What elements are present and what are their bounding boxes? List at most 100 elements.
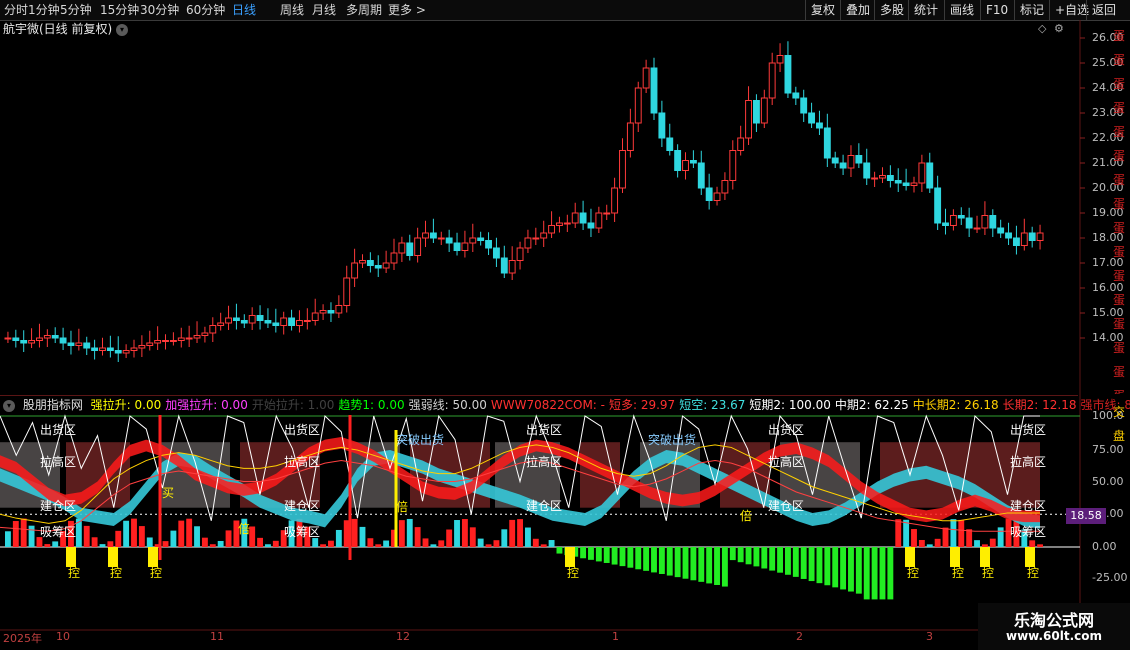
- histogram-bar: [257, 537, 263, 547]
- candle-body: [548, 225, 556, 234]
- candle-body: [1028, 232, 1036, 241]
- candle-body: [335, 305, 343, 314]
- kline-chart[interactable]: 控 控 控 控 控 控 控 控 出货区 出货区 出货区 出货区 出货区拉高区 拉高区 拉高区 拉高区 拉高区建仓…: [0, 0, 1130, 650]
- candle-body: [162, 340, 169, 342]
- candle-body: [532, 237, 540, 240]
- date-tick: 2025年: [3, 632, 42, 645]
- candle-body: [240, 320, 248, 324]
- candle-body: [296, 320, 303, 326]
- candle-body: [12, 337, 20, 341]
- start-marker-label: 控: [1027, 566, 1039, 580]
- candle-body: [831, 157, 839, 164]
- histogram-bar: [792, 547, 799, 577]
- date-tick: 1: [612, 630, 619, 643]
- histogram-bar: [469, 527, 476, 547]
- signal-buy: 买: [162, 486, 174, 500]
- histogram-bar: [265, 544, 271, 547]
- histogram-bar: [83, 525, 90, 547]
- histogram-bar: [863, 547, 870, 600]
- candle-body: [28, 340, 36, 344]
- candle-body: [934, 187, 942, 224]
- candle-body: [603, 212, 611, 215]
- candle-body: [611, 187, 619, 214]
- signal-breakout: 突破出货: [648, 432, 696, 447]
- candle-body: [910, 182, 918, 186]
- histogram-bar: [706, 547, 713, 584]
- candle-body: [99, 347, 106, 351]
- histogram-bar: [603, 547, 610, 563]
- zone-label-build: 建仓区: [768, 499, 804, 513]
- indicator-value-3: 趋势1: 0.00: [338, 398, 405, 412]
- candle-body: [634, 87, 642, 124]
- start-marker: [565, 547, 575, 567]
- chevron-down-icon[interactable]: ▾: [3, 399, 15, 412]
- zone-label-build: 建仓区: [284, 499, 320, 513]
- histogram-bar: [777, 547, 783, 573]
- candle-body: [705, 187, 713, 201]
- histogram-bar: [745, 547, 752, 565]
- start-marker-label: 控: [68, 566, 80, 580]
- candle-body: [67, 342, 75, 346]
- candle-body: [800, 97, 808, 114]
- histogram-bar: [808, 547, 815, 582]
- candle-body: [689, 160, 697, 164]
- candle-body: [169, 340, 177, 342]
- candle-body: [83, 342, 91, 349]
- histogram-bar: [855, 547, 862, 594]
- histogram-bar: [430, 544, 437, 547]
- candle-body: [319, 310, 327, 314]
- candle-body: [997, 227, 1005, 234]
- histogram-bar: [406, 518, 413, 547]
- candle-body: [949, 215, 957, 226]
- candle-body: [563, 222, 571, 225]
- histogram-bar: [454, 520, 460, 547]
- histogram-bar: [879, 547, 886, 600]
- histogram-bar: [635, 547, 642, 570]
- candle-body: [776, 55, 784, 64]
- candle-body: [516, 247, 524, 261]
- histogram-bar: [320, 544, 327, 547]
- panel-divider: [0, 395, 1078, 396]
- indicator-tick: 50.00: [1092, 475, 1124, 488]
- candle-body: [579, 212, 587, 224]
- histogram-bar: [548, 540, 555, 547]
- watermark-url: www.60lt.com: [1005, 629, 1103, 643]
- histogram-bar: [367, 538, 374, 547]
- candle-body: [571, 212, 579, 224]
- start-marker-label: 控: [952, 566, 964, 580]
- indicator-value-8: 短期2: 100.00: [749, 398, 831, 412]
- zone-label-raise: 拉高区: [1010, 454, 1046, 469]
- zone-label-raise: 拉高区: [526, 454, 562, 469]
- histogram-bar: [398, 520, 405, 547]
- date-tick: 11: [210, 630, 224, 643]
- candle-body: [303, 320, 311, 322]
- histogram-bar: [997, 527, 1004, 547]
- indicator-name[interactable]: 股朋指标网: [23, 398, 83, 412]
- candle-body: [556, 222, 563, 226]
- histogram-bar: [249, 526, 256, 547]
- histogram-bar: [729, 547, 736, 561]
- histogram-bar: [666, 547, 673, 576]
- histogram-bar: [91, 537, 98, 547]
- indicator-value-6: 短多: 29.97: [608, 398, 676, 412]
- histogram-bar: [989, 538, 996, 547]
- candle-body: [1005, 232, 1012, 239]
- histogram-bar: [871, 547, 878, 600]
- candle-body: [540, 232, 548, 239]
- candle-body: [91, 347, 99, 351]
- start-marker: [66, 547, 76, 567]
- candle-body: [51, 335, 59, 339]
- histogram-bar: [942, 527, 949, 547]
- histogram-bar: [477, 538, 484, 547]
- histogram-bar: [5, 531, 11, 547]
- zone-label-absorb: 吸筹区: [40, 525, 76, 539]
- candle-body: [177, 337, 185, 341]
- date-tick: 10: [56, 630, 70, 643]
- histogram-bar: [721, 547, 728, 587]
- candle-body: [768, 62, 776, 99]
- histogram-bar: [422, 538, 429, 547]
- histogram-bar: [194, 526, 200, 547]
- signal-breakout: 突破出货: [396, 432, 444, 447]
- candle-body: [366, 260, 374, 266]
- histogram-bar: [517, 519, 523, 547]
